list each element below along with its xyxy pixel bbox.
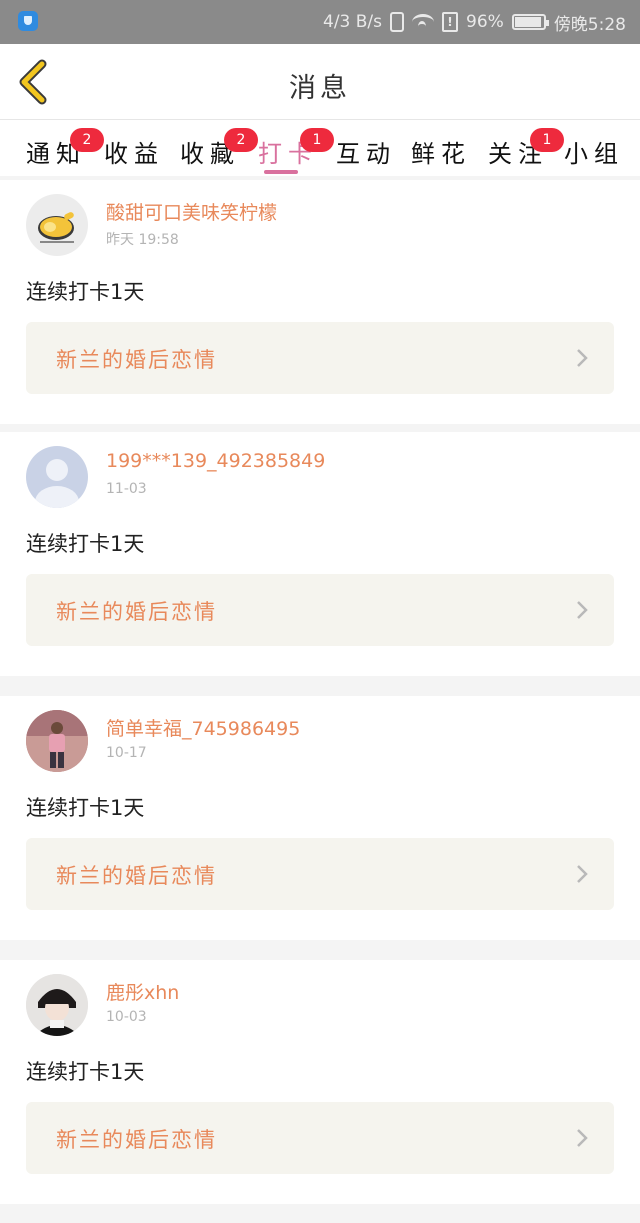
username[interactable]: 简单幸福_745986495 — [106, 714, 300, 741]
tab-label: 鲜花 — [411, 140, 471, 168]
book-title: 新兰的婚后恋情 — [56, 600, 217, 624]
unread-badge: 2 — [70, 128, 104, 152]
anime-avatar[interactable] — [26, 974, 88, 1036]
message-time: 10-03 — [106, 1009, 147, 1025]
message-content: 连续打卡1天 — [26, 796, 145, 820]
tab-favorites[interactable]: 收藏 2 — [180, 128, 258, 169]
page-title: 消息 — [289, 73, 351, 104]
username[interactable]: 鹿彤xhn — [106, 978, 179, 1005]
status-bar-right: 4/3 B/s ! 96% 傍晚5:28 — [323, 0, 626, 44]
vibrate-icon — [390, 12, 405, 32]
book-link[interactable]: 新兰的婚后恋情 — [26, 838, 614, 910]
username[interactable]: 199***139_492385849 — [106, 450, 325, 472]
message-content: 连续打卡1天 — [26, 280, 145, 304]
active-tab-indicator — [264, 170, 298, 174]
tab-notifications[interactable]: 通知 2 — [26, 128, 104, 169]
tab-earnings[interactable]: 收益 — [104, 134, 164, 169]
message-time: 昨天 19:58 — [106, 232, 179, 248]
status-bar: 4/3 B/s ! 96% 傍晚5:28 — [0, 0, 640, 44]
tab-interactions[interactable]: 互动 — [336, 134, 396, 169]
network-speed: 4/3 B/s — [323, 12, 383, 32]
tab-groups[interactable]: 小组 — [564, 134, 624, 169]
unread-badge: 1 — [530, 128, 564, 152]
unread-badge: 1 — [300, 128, 334, 152]
header: 消息 — [0, 44, 640, 120]
book-link[interactable]: 新兰的婚后恋情 — [26, 1102, 614, 1174]
message-card[interactable]: 简单幸福_745986495 10-17 连续打卡1天 新兰的婚后恋情 — [0, 696, 640, 940]
chevron-right-icon — [577, 865, 588, 883]
message-time: 10-17 — [106, 745, 147, 761]
tab-bar: 通知 2 收益 收藏 2 打卡 1 互动 鲜花 关注 1 小组 — [0, 120, 640, 176]
battery-percent: 96% — [466, 12, 504, 32]
clock: 傍晚5:28 — [553, 14, 626, 35]
tab-flowers[interactable]: 鲜花 — [411, 134, 471, 169]
book-title: 新兰的婚后恋情 — [56, 864, 217, 888]
username[interactable]: 酸甜可口美味笑柠檬 — [106, 198, 277, 225]
chevron-right-icon — [577, 349, 588, 367]
tab-label: 小组 — [564, 140, 624, 168]
book-link[interactable]: 新兰的婚后恋情 — [26, 574, 614, 646]
shield-app-icon — [18, 11, 38, 31]
lemon-avatar[interactable] — [26, 194, 88, 256]
tab-label: 收益 — [104, 140, 164, 168]
message-content: 连续打卡1天 — [26, 1060, 145, 1084]
photo-avatar[interactable] — [26, 710, 88, 772]
wifi-icon — [412, 14, 435, 30]
chevron-right-icon — [577, 1129, 588, 1147]
chevron-right-icon — [577, 601, 588, 619]
message-content: 连续打卡1天 — [26, 532, 145, 556]
message-time: 11-03 — [106, 481, 147, 497]
default-person-avatar[interactable] — [26, 446, 88, 508]
unread-badge: 2 — [224, 128, 258, 152]
message-card[interactable]: 199***139_492385849 11-03 连续打卡1天 新兰的婚后恋情 — [0, 432, 640, 676]
message-card[interactable]: 酸甜可口美味笑柠檬 昨天 19:58 连续打卡1天 新兰的婚后恋情 — [0, 180, 640, 424]
sim-alert-icon: ! — [442, 12, 459, 32]
battery-charging-icon — [511, 14, 549, 30]
tab-label: 互动 — [336, 140, 396, 168]
book-title: 新兰的婚后恋情 — [56, 1128, 217, 1152]
tab-checkin[interactable]: 打卡 1 — [258, 128, 334, 169]
book-title: 新兰的婚后恋情 — [56, 348, 217, 372]
message-card[interactable]: 鹿彤xhn 10-03 连续打卡1天 新兰的婚后恋情 — [0, 960, 640, 1204]
book-link[interactable]: 新兰的婚后恋情 — [26, 322, 614, 394]
tab-following[interactable]: 关注 1 — [488, 128, 564, 169]
